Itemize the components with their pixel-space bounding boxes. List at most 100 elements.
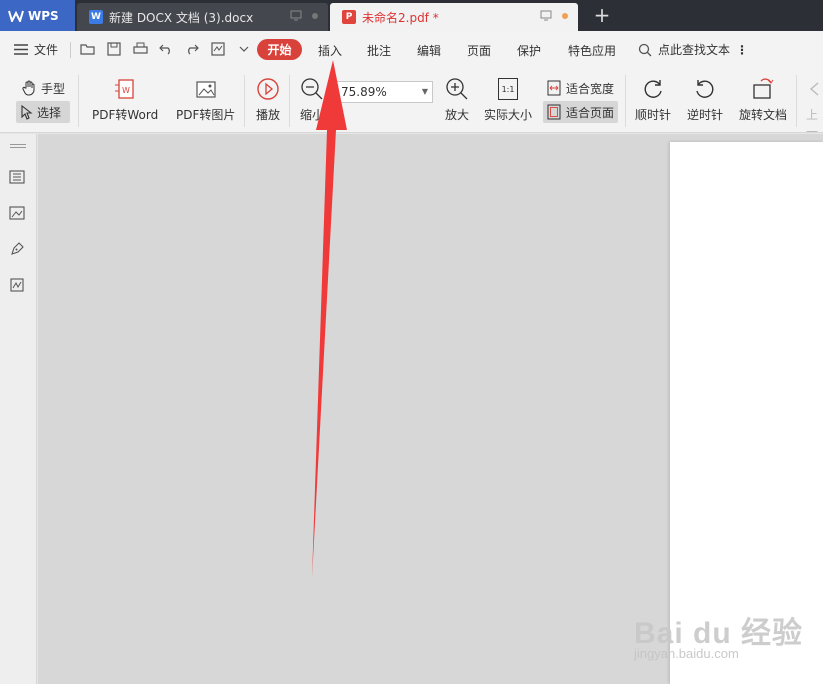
zoom-in-button[interactable]: 放大	[444, 76, 470, 123]
left-sidebar	[0, 134, 37, 684]
print-icon[interactable]	[132, 41, 148, 57]
search-label: 点此查找文本	[658, 43, 731, 57]
divider	[244, 75, 245, 127]
hand-select-group: 手型 选择	[16, 77, 71, 123]
thumbnail-icon[interactable]	[8, 204, 26, 222]
rotate-document-icon	[753, 78, 774, 99]
play-label: 播放	[255, 108, 280, 122]
rotate-counterclockwise-label: 逆时针	[687, 108, 724, 122]
title-bar: WPS W 新建 DOCX 文档 (3).docx P 未命名2.pdf * +	[0, 0, 823, 31]
word-doc-icon: W	[89, 10, 103, 24]
rotate-clockwise-button[interactable]: 顺时针	[635, 76, 671, 123]
svg-text:W: W	[122, 86, 130, 95]
tab-insert[interactable]: 插入	[318, 42, 342, 59]
rotate-document-label: 旋转文档	[739, 108, 788, 122]
signature-icon[interactable]	[210, 41, 226, 57]
pdf-to-image-icon	[196, 81, 216, 98]
tab-annotate[interactable]: 批注	[367, 42, 391, 59]
wps-home-tab[interactable]: WPS	[0, 0, 75, 31]
hand-icon	[22, 80, 35, 96]
zoom-out-label: 缩小	[299, 108, 324, 122]
actual-size-icon: 1:1	[498, 78, 518, 100]
tab-close-dot[interactable]	[312, 12, 318, 19]
chevron-left-icon	[809, 82, 818, 96]
divider	[625, 75, 626, 127]
outline-icon[interactable]	[8, 168, 26, 186]
actual-size-button[interactable]: 1:1 实际大小	[484, 76, 532, 123]
actual-size-label: 实际大小	[484, 108, 533, 122]
watermark-url: jingyan.baidu.com	[634, 646, 739, 661]
fit-page-icon	[547, 104, 561, 120]
tab-protect[interactable]: 保护	[517, 42, 541, 59]
tab-docx[interactable]: W 新建 DOCX 文档 (3).docx	[77, 3, 328, 31]
file-menu-label: 文件	[34, 43, 59, 57]
play-button[interactable]: 播放	[255, 76, 281, 123]
zoom-out-button[interactable]: 缩小	[299, 76, 325, 123]
tab-features[interactable]: 特色应用	[568, 42, 616, 59]
hand-tool-button[interactable]: 手型	[16, 77, 70, 99]
divider	[70, 42, 71, 58]
fit-width-button[interactable]: 适合宽度	[543, 77, 618, 99]
new-tab-button[interactable]: +	[590, 3, 614, 27]
ribbon-toolbar: 手型 选择 W PDF转Word PDF转图片 播放 缩小 75.89% ▼ 放…	[0, 69, 823, 139]
tab-start[interactable]: 开始	[257, 39, 302, 60]
zoom-out-icon	[301, 78, 323, 100]
divider	[796, 75, 797, 127]
search-icon	[638, 43, 652, 56]
annotation-pen-icon[interactable]	[8, 240, 26, 258]
fit-width-icon	[547, 80, 561, 96]
tab-page[interactable]: 页面	[467, 42, 491, 59]
chevron-down-icon: ▼	[421, 87, 428, 96]
save-icon[interactable]	[106, 41, 122, 57]
search-text-button[interactable]: 点此查找文本 ⋮	[638, 41, 748, 58]
zoom-level-value: 75.89%	[341, 85, 387, 99]
fit-page-label: 适合页面	[566, 105, 615, 120]
file-menu[interactable]: 文件	[14, 41, 58, 58]
divider	[78, 75, 79, 127]
fit-page-button[interactable]: 适合页面	[543, 101, 619, 123]
tab-edit[interactable]: 编辑	[417, 42, 441, 59]
tab-pdf-label: 未命名2.pdf *	[362, 10, 439, 25]
rotate-counterclockwise-button[interactable]: 逆时针	[687, 76, 723, 123]
pdf-to-word-button[interactable]: W PDF转Word	[92, 76, 158, 123]
rotate-clockwise-label: 顺时针	[635, 108, 672, 122]
tab-modified-dot[interactable]	[562, 12, 568, 19]
rotate-counterclockwise-icon	[696, 80, 714, 98]
zoom-in-icon	[446, 78, 468, 100]
signature-icon[interactable]	[8, 276, 26, 294]
pdf-doc-icon: P	[342, 10, 356, 24]
tab-pdf[interactable]: P 未命名2.pdf *	[330, 3, 578, 31]
open-folder-icon[interactable]	[80, 41, 96, 57]
cursor-icon	[21, 104, 33, 120]
divider	[289, 75, 290, 127]
wps-label: WPS	[28, 8, 59, 23]
select-tool-label: 选择	[37, 105, 62, 120]
rotate-document-button[interactable]: 旋转文档	[739, 76, 787, 123]
hand-tool-label: 手型	[41, 81, 66, 96]
chevron-down-icon[interactable]	[236, 41, 252, 57]
redo-icon[interactable]	[184, 41, 200, 57]
more-vertical-icon[interactable]: ⋮	[736, 43, 748, 57]
select-tool-button[interactable]: 选择	[16, 101, 71, 123]
pdf-to-word-label: PDF转Word	[92, 108, 159, 122]
menu-bar: 文件 开始 插入 批注 编辑 页面 保护 特色应用 点此查找文本 ⋮	[0, 31, 823, 69]
zoom-in-label: 放大	[444, 108, 469, 122]
drag-handle[interactable]	[10, 144, 26, 148]
hamburger-icon	[14, 44, 28, 55]
monitor-icon[interactable]	[540, 10, 552, 21]
baidu-watermark: Bai du 经验 jingyan.baidu.com	[630, 596, 820, 666]
pdf-to-word-icon: W	[115, 79, 134, 99]
pdf-to-image-label: PDF转图片	[176, 108, 236, 122]
previous-page-button[interactable]: 上一	[806, 76, 823, 140]
monitor-icon[interactable]	[290, 10, 302, 21]
quick-access-toolbar	[80, 41, 252, 57]
zoom-level-select[interactable]: 75.89% ▼	[334, 81, 433, 103]
tab-docx-label: 新建 DOCX 文档 (3).docx	[109, 10, 254, 25]
rotate-clockwise-icon	[644, 80, 662, 98]
fit-group: 适合宽度 适合页面	[543, 77, 619, 123]
play-icon	[257, 78, 279, 100]
undo-icon[interactable]	[158, 41, 174, 57]
wps-logo-icon	[8, 10, 24, 22]
pdf-to-image-button[interactable]: PDF转图片	[176, 76, 235, 123]
fit-width-label: 适合宽度	[566, 81, 615, 96]
